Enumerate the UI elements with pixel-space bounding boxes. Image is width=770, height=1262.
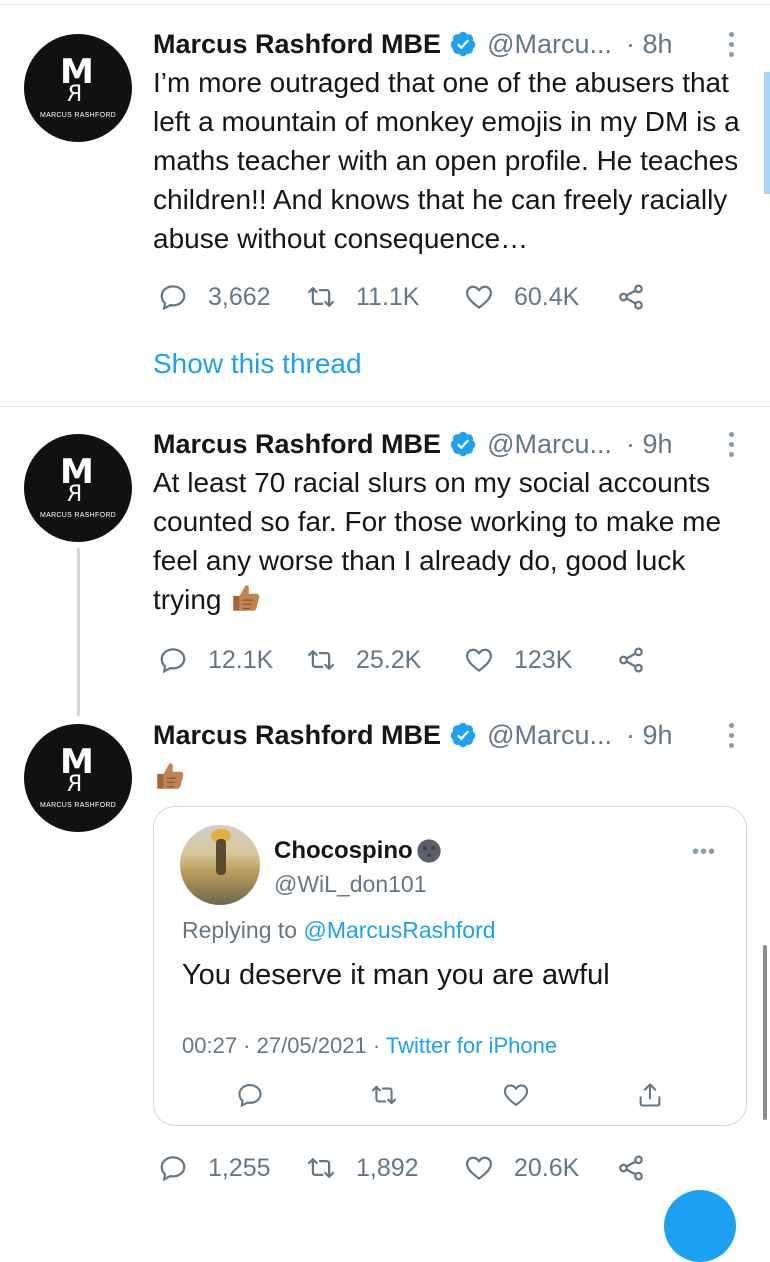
retweet-count: 25.2K (356, 645, 422, 674)
share-icon (619, 284, 643, 310)
retweet-icon (308, 287, 334, 307)
show-thread-link[interactable]: Show this thread (153, 348, 362, 380)
more-icon[interactable] (726, 723, 736, 751)
tweet-text: I’m more outraged that one of the abuser… (153, 67, 740, 254)
quoted-avatar[interactable] (180, 825, 260, 905)
verified-badge-icon (450, 722, 476, 748)
tweet-time[interactable]: · 9h (626, 429, 673, 460)
compose-tweet-button[interactable] (664, 1190, 736, 1262)
new-moon-face-icon (416, 839, 441, 863)
reply-button[interactable]: 1,255 (158, 1148, 271, 1188)
reply-count: 12.1K (208, 645, 274, 674)
share-icon (619, 1155, 643, 1181)
tweet-text: At least 70 racial slurs on my social ac… (153, 463, 753, 619)
tweet-actions: 3,662 11.1K 60.4K (158, 277, 678, 317)
retweet-count: 11.1K (356, 282, 420, 311)
like-icon (466, 648, 492, 672)
quoted-author-handle[interactable]: @WiL_don101 (274, 871, 427, 898)
avatar[interactable]: M R MARCUS RASHFORD (24, 434, 132, 542)
quoted-datetime[interactable]: 00:27 · 27/05/2021 · (182, 1033, 380, 1058)
share-button[interactable] (616, 1148, 666, 1188)
author-name[interactable]: Marcus Rashford MBE (153, 29, 441, 60)
avatar[interactable]: M R MARCUS RASHFORD (24, 724, 132, 832)
share-button[interactable] (616, 277, 666, 317)
quoted-tweet[interactable]: Chocospino @WiL_don101 ••• Replying to @… (153, 806, 747, 1126)
thumbs-up-emoji-icon (233, 585, 260, 611)
like-icon[interactable] (502, 1081, 530, 1109)
scroll-indicator[interactable] (764, 72, 770, 194)
tweet-divider (0, 406, 770, 407)
replying-to-mention[interactable]: @MarcusRashford (303, 917, 495, 943)
thumbs-up-emoji-icon (157, 763, 184, 789)
reply-icon (160, 285, 186, 311)
avatar-logo-text: MARCUS RASHFORD (39, 112, 117, 119)
avatar-logo-r: R (67, 772, 83, 797)
tweet-header: Marcus Rashford MBE @Marcu... · 9h (153, 426, 738, 462)
tweet-time[interactable]: · 8h (626, 29, 673, 60)
retweet-icon (308, 650, 334, 670)
top-divider (0, 4, 770, 5)
share-button[interactable] (616, 640, 666, 680)
replying-to-label: Replying to (182, 917, 298, 943)
avatar-logo-text: MARCUS RASHFORD (39, 802, 117, 809)
reply-count: 1,255 (208, 1153, 271, 1182)
verified-badge-icon (450, 31, 476, 57)
replying-to: Replying to @MarcusRashford (182, 917, 496, 944)
like-button[interactable]: 60.4K (464, 277, 579, 317)
retweet-button[interactable]: 1,892 (306, 1148, 419, 1188)
reply-count: 3,662 (208, 282, 271, 311)
retweet-button[interactable]: 11.1K (306, 277, 419, 317)
tweet-actions: 1,255 1,892 20.6K (158, 1148, 678, 1188)
author-name[interactable]: Marcus Rashford MBE (153, 429, 441, 460)
quoted-actions (154, 1077, 746, 1117)
upload-icon[interactable] (636, 1081, 664, 1109)
avatar-logo-r: R (67, 82, 83, 107)
author-name[interactable]: Marcus Rashford MBE (153, 720, 441, 751)
more-icon[interactable] (726, 432, 736, 460)
quoted-tweet-text: You deserve it man you are awful (182, 959, 610, 991)
retweet-icon (308, 1158, 334, 1178)
like-button[interactable]: 123K (464, 640, 572, 680)
tweet-header: Marcus Rashford MBE @Marcu... · 8h (153, 26, 738, 62)
tweet-time[interactable]: · 9h (626, 720, 673, 751)
like-icon (466, 1156, 492, 1180)
like-icon (466, 285, 492, 309)
share-icon (619, 647, 643, 673)
scrollbar[interactable] (763, 945, 767, 1120)
retweet-button[interactable]: 25.2K (306, 640, 421, 680)
quoted-source-app[interactable]: Twitter for iPhone (386, 1033, 557, 1058)
tweet-text (153, 758, 753, 797)
retweet-count: 1,892 (356, 1153, 419, 1182)
verified-badge-icon (450, 431, 476, 457)
tweet-header: Marcus Rashford MBE @Marcu... · 9h (153, 717, 738, 753)
like-count: 60.4K (514, 282, 580, 311)
avatar[interactable]: M R MARCUS RASHFORD (24, 34, 132, 142)
like-count: 123K (514, 645, 573, 674)
avatar-logo-text: MARCUS RASHFORD (39, 512, 117, 519)
quoted-tweet-meta: 00:27 · 27/05/2021 · Twitter for iPhone (182, 1033, 557, 1059)
more-icon[interactable] (726, 32, 736, 60)
reply-button[interactable]: 12.1K (158, 640, 273, 680)
more-icon[interactable]: ••• (692, 841, 716, 864)
author-handle[interactable]: @Marcu... (487, 29, 612, 60)
reply-icon (160, 648, 186, 674)
reply-button[interactable]: 3,662 (158, 277, 271, 317)
like-count: 20.6K (514, 1153, 580, 1182)
author-handle[interactable]: @Marcu... (487, 720, 612, 751)
quoted-author-name-text: Chocospino (274, 837, 413, 864)
reply-icon (160, 1156, 186, 1182)
avatar-logo-r: R (67, 482, 83, 507)
reply-icon[interactable] (236, 1081, 264, 1109)
thread-line (77, 548, 80, 716)
author-handle[interactable]: @Marcu... (487, 429, 612, 460)
like-button[interactable]: 20.6K (464, 1148, 579, 1188)
retweet-icon[interactable] (370, 1081, 398, 1109)
quoted-author-name[interactable]: Chocospino (274, 837, 443, 865)
tweet-actions: 12.1K 25.2K 123K (158, 640, 678, 680)
